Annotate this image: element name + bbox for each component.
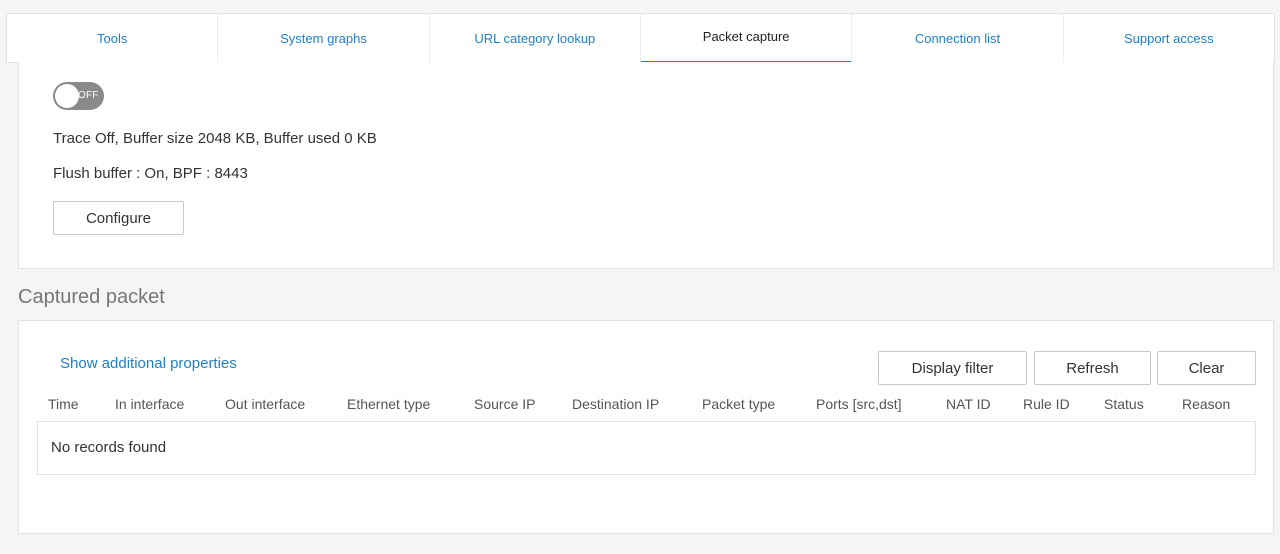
tab-tools[interactable]: Tools: [7, 14, 219, 62]
configure-button[interactable]: Configure: [53, 201, 184, 235]
show-additional-properties-link[interactable]: Show additional properties: [60, 355, 237, 372]
column-header-destination-ip[interactable]: Destination IP: [572, 396, 659, 412]
column-header-out-interface[interactable]: Out interface: [225, 396, 305, 412]
tab-label: Packet capture: [702, 28, 790, 44]
column-header-ethernet-type[interactable]: Ethernet type: [347, 396, 430, 412]
flush-buffer-text: Flush buffer : On, BPF : 8443: [53, 165, 248, 182]
table-body: No records found: [37, 421, 1256, 475]
column-header-rule-id[interactable]: Rule ID: [1023, 396, 1070, 412]
refresh-button[interactable]: Refresh: [1034, 351, 1151, 385]
display-filter-button[interactable]: Display filter: [878, 351, 1027, 385]
tab-system-graphs[interactable]: System graphs: [218, 14, 430, 62]
tab-url-category-lookup[interactable]: URL category lookup: [430, 14, 641, 62]
column-header-nat-id[interactable]: NAT ID: [946, 396, 991, 412]
tab-bar: Tools System graphs URL category lookup …: [6, 13, 1275, 63]
captured-packet-panel: Show additional properties Display filte…: [18, 320, 1274, 534]
capture-status-text: Trace Off, Buffer size 2048 KB, Buffer u…: [53, 130, 377, 147]
column-header-packet-type[interactable]: Packet type: [702, 396, 775, 412]
tab-connection-list[interactable]: Connection list: [852, 14, 1064, 62]
capture-settings-panel: OFF Trace Off, Buffer size 2048 KB, Buff…: [18, 62, 1274, 269]
column-header-status[interactable]: Status: [1104, 396, 1144, 412]
column-header-ports[interactable]: Ports [src,dst]: [816, 396, 902, 412]
toggle-knob: [55, 84, 79, 108]
toggle-state-text: OFF: [78, 90, 99, 101]
column-header-time[interactable]: Time: [48, 396, 79, 412]
clear-button[interactable]: Clear: [1157, 351, 1256, 385]
column-header-reason[interactable]: Reason: [1182, 396, 1230, 412]
tab-label: URL category lookup: [474, 30, 596, 46]
section-title: Captured packet: [18, 286, 165, 308]
tab-label: System graphs: [280, 30, 367, 46]
column-header-source-ip[interactable]: Source IP: [474, 396, 535, 412]
column-header-in-interface[interactable]: In interface: [115, 396, 184, 412]
tab-label: Tools: [96, 30, 128, 46]
tab-label: Connection list: [914, 30, 1001, 46]
tab-packet-capture[interactable]: Packet capture: [640, 14, 853, 63]
empty-state-text: No records found: [51, 439, 167, 456]
tab-support-access[interactable]: Support access: [1064, 14, 1274, 62]
tab-label: Support access: [1124, 30, 1214, 46]
capture-toggle[interactable]: OFF: [53, 82, 104, 110]
